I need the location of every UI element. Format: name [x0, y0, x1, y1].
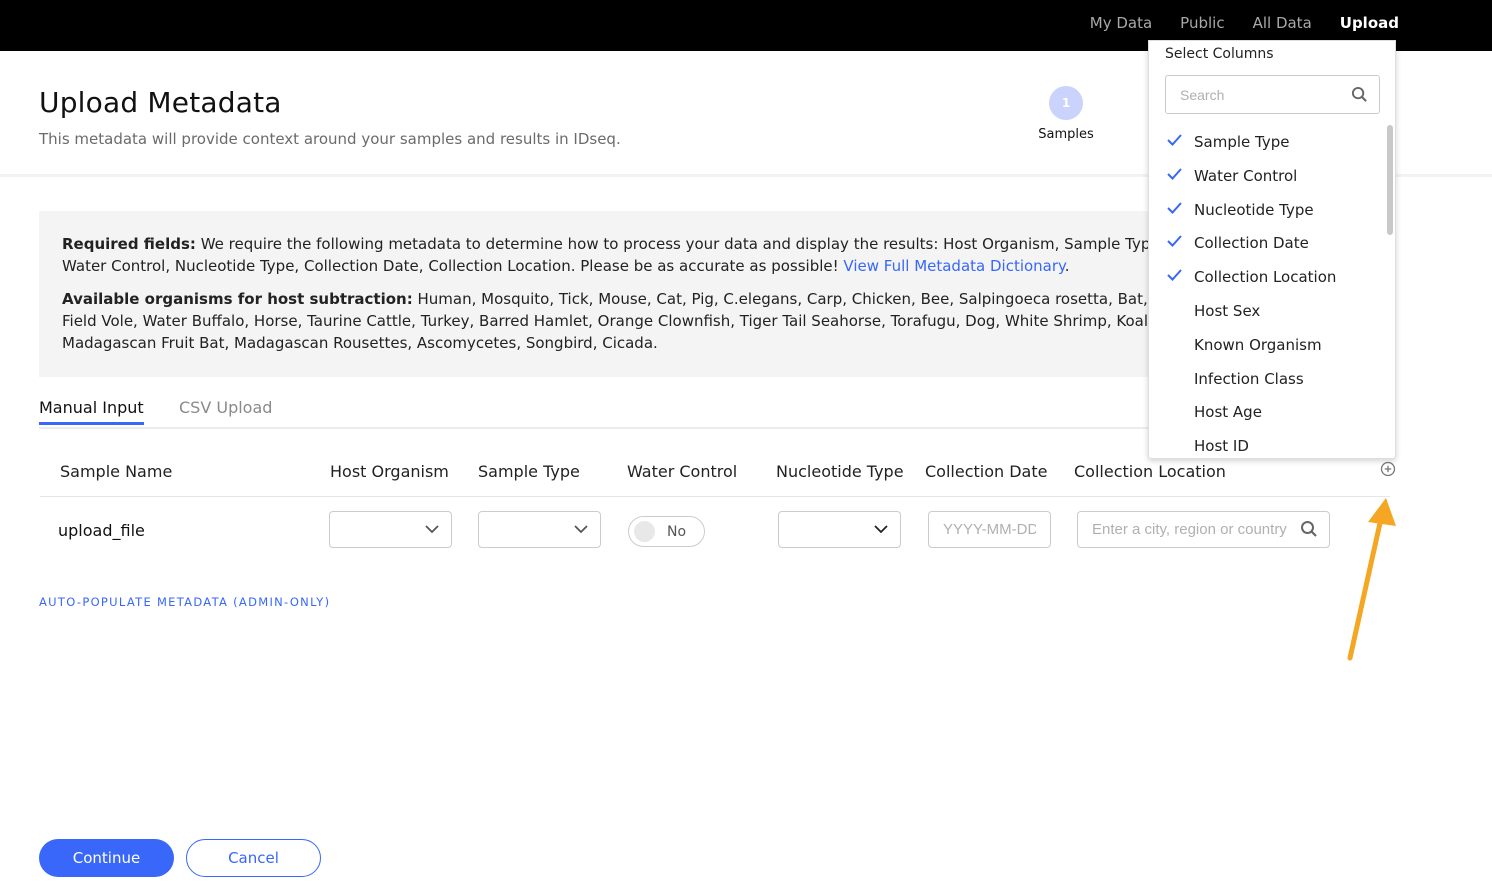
column-option-label: Sample Type	[1194, 133, 1290, 151]
step-label: Samples	[1038, 127, 1094, 142]
column-option-label: Collection Location	[1194, 268, 1337, 287]
column-header-collection-location: Collection Location	[1074, 462, 1226, 481]
column-header-sample-type: Sample Type	[478, 462, 580, 481]
metadata-dictionary-link[interactable]: View Full Metadata Dictionary	[843, 257, 1064, 275]
auto-populate-metadata-link[interactable]: AUTO-POPULATE METADATA (ADMIN-ONLY)	[39, 595, 330, 609]
page-title: Upload Metadata	[39, 86, 282, 119]
chevron-down-icon	[874, 525, 888, 534]
column-header-nucleotide-type: Nucleotide Type	[776, 462, 904, 481]
chevron-down-icon	[574, 525, 588, 534]
step-number: 1	[1049, 86, 1083, 120]
column-option[interactable]: Water Control	[1149, 159, 1387, 193]
column-option-label: Host ID	[1194, 437, 1249, 456]
column-option[interactable]: Sample Type	[1149, 125, 1387, 159]
column-option-label: Nucleotide Type	[1194, 200, 1314, 219]
tab-manual-input[interactable]: Manual Input	[39, 398, 144, 425]
tab-csv-upload[interactable]: CSV Upload	[179, 398, 272, 422]
column-option[interactable]: Collection Date	[1149, 226, 1387, 260]
column-search-input[interactable]	[1165, 75, 1380, 114]
column-header-collection-date: Collection Date	[925, 462, 1048, 481]
required-fields-period: .	[1064, 257, 1070, 275]
column-header-sample-name: Sample Name	[60, 462, 173, 481]
checkmark-icon	[1167, 235, 1182, 248]
chevron-down-icon	[425, 525, 439, 534]
step-indicator: 1 Samples	[1030, 86, 1102, 142]
nav-public[interactable]: Public	[1180, 14, 1224, 32]
column-option[interactable]: Nucleotide Type	[1149, 193, 1387, 227]
required-fields-text: Required fields: We require the followin…	[62, 233, 1169, 277]
nav-my-data[interactable]: My Data	[1090, 14, 1152, 32]
column-option-label: Infection Class	[1194, 369, 1304, 388]
column-option[interactable]: Host Sex	[1149, 294, 1387, 328]
sample-name-cell: upload_file	[58, 521, 145, 540]
organisms-label: Available organisms for host subtraction…	[62, 290, 413, 308]
toggle-knob	[634, 521, 655, 542]
water-control-toggle[interactable]: No	[628, 516, 705, 547]
column-option[interactable]: Host Age	[1149, 395, 1387, 429]
metadata-table-header: Sample Name Host Organism Sample Type Wa…	[40, 455, 1390, 497]
page-subtitle: This metadata will provide context aroun…	[39, 130, 621, 148]
column-header-water-control: Water Control	[627, 462, 738, 481]
select-columns-title: Select Columns	[1165, 46, 1274, 62]
search-icon	[1301, 521, 1317, 537]
checkmark-icon	[1167, 201, 1182, 214]
cancel-button[interactable]: Cancel	[186, 839, 321, 877]
column-option[interactable]: Collection Location	[1149, 260, 1387, 294]
host-organism-select[interactable]	[329, 511, 452, 548]
column-option-label: Host Age	[1194, 403, 1262, 422]
water-control-value: No	[667, 524, 687, 540]
checkmark-icon	[1167, 134, 1182, 146]
column-option-label: Known Organism	[1194, 335, 1322, 354]
required-fields-label: Required fields:	[62, 235, 196, 253]
select-columns-dropdown: Select Columns Sample Type Water Control N…	[1148, 40, 1396, 459]
column-option-label: Water Control	[1194, 166, 1298, 185]
continue-button[interactable]: Continue	[39, 839, 174, 877]
add-column-icon[interactable]	[1380, 461, 1396, 477]
collection-location-input[interactable]	[1077, 511, 1330, 548]
checkmark-icon	[1167, 269, 1182, 282]
top-nav: My Data Public All Data Upload	[1090, 14, 1399, 32]
column-option[interactable]: Known Organism	[1149, 328, 1387, 362]
column-option[interactable]: Infection Class	[1149, 362, 1387, 396]
nucleotide-type-select[interactable]	[778, 511, 901, 548]
info-box: Required fields: We require the followin…	[39, 211, 1169, 377]
column-option-label: Host Sex	[1194, 301, 1261, 320]
search-icon	[1351, 86, 1367, 102]
nav-all-data[interactable]: All Data	[1253, 14, 1312, 32]
column-option-label: Collection Date	[1194, 234, 1309, 253]
column-options-list: Sample Type Water Control Nucleotide Type C…	[1149, 125, 1387, 458]
column-option[interactable]: Host ID	[1149, 429, 1387, 458]
annotation-arrow-icon	[1347, 498, 1396, 661]
column-header-host-organism: Host Organism	[330, 462, 449, 481]
dropdown-scrollbar[interactable]	[1387, 125, 1393, 235]
collection-date-input[interactable]	[928, 511, 1051, 548]
nav-upload[interactable]: Upload	[1340, 14, 1399, 32]
sample-type-select[interactable]	[478, 511, 601, 548]
checkmark-icon	[1167, 168, 1182, 180]
organisms-text: Available organisms for host subtraction…	[62, 288, 1169, 354]
